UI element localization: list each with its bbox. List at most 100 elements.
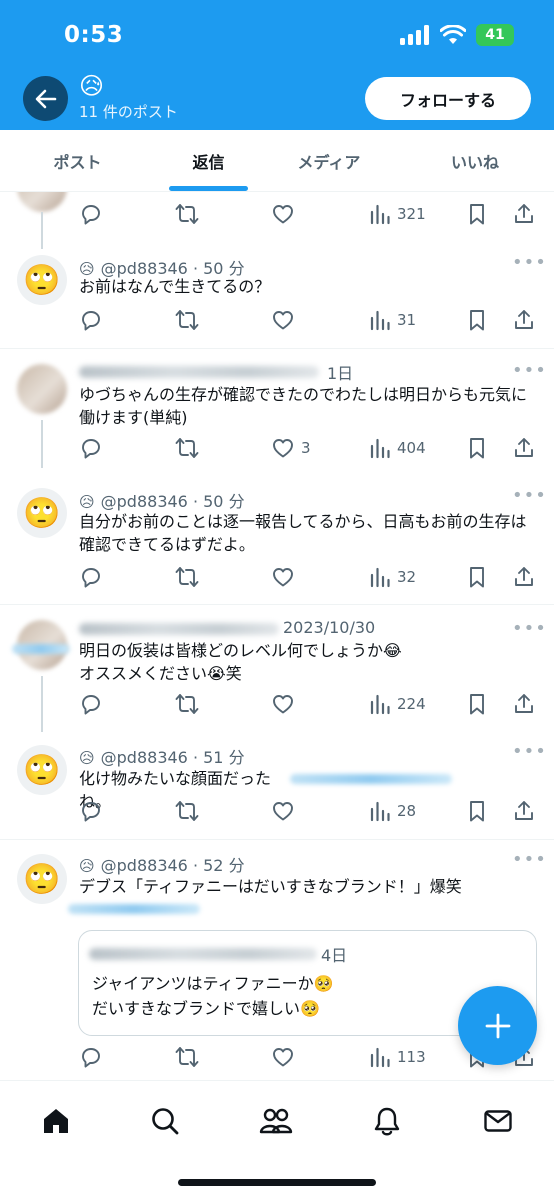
bookmark-button[interactable] <box>466 690 488 718</box>
tab-likes[interactable]: いいね <box>396 130 554 192</box>
like-button[interactable]: 3 <box>271 434 311 462</box>
post-time[interactable]: 51 分 <box>203 748 244 767</box>
views-button[interactable]: 28 <box>369 797 416 825</box>
share-icon <box>512 308 536 332</box>
bookmark-icon <box>466 308 488 332</box>
like-button[interactable] <box>271 563 295 591</box>
share-button[interactable] <box>512 563 536 591</box>
like-button[interactable] <box>271 690 295 718</box>
heart-icon <box>271 202 295 226</box>
tab-replies[interactable]: 返信 <box>155 130 262 192</box>
timeline[interactable]: 321 🙄 😥 @pd88346 · 50 分 ••• お前はなんで生きてるの？ … <box>0 192 554 1080</box>
avatar[interactable]: 🙄 <box>17 745 67 795</box>
views-button[interactable]: 224 <box>369 690 426 718</box>
retweet-button[interactable] <box>174 434 200 462</box>
bookmark-button[interactable] <box>466 200 488 228</box>
reply-button[interactable] <box>79 200 103 228</box>
post-time[interactable]: 52 分 <box>203 856 244 875</box>
follow-button[interactable]: フォローする <box>365 77 531 120</box>
more-options-icon[interactable]: ••• <box>512 252 547 273</box>
post-time[interactable]: 2023/10/30 <box>283 618 375 637</box>
views-button[interactable]: 321 <box>369 200 426 228</box>
views-count: 28 <box>397 802 417 820</box>
reply-button[interactable] <box>79 563 103 591</box>
blurred-link[interactable] <box>68 904 200 914</box>
tab-media[interactable]: メディア <box>262 130 396 192</box>
nav-home[interactable] <box>34 1099 78 1143</box>
nav-communities[interactable] <box>254 1099 298 1143</box>
compose-button[interactable] <box>458 986 537 1065</box>
author-handle[interactable]: @pd88346 <box>101 856 188 875</box>
avatar[interactable] <box>17 364 67 414</box>
views-button[interactable]: 113 <box>369 1043 426 1071</box>
share-button[interactable] <box>512 434 536 462</box>
views-count: 31 <box>397 311 417 329</box>
more-options-icon[interactable]: ••• <box>512 360 547 381</box>
share-button[interactable] <box>512 797 536 825</box>
blurred-link[interactable] <box>290 774 452 784</box>
bookmark-button[interactable] <box>466 563 488 591</box>
nav-messages[interactable] <box>476 1099 520 1143</box>
nav-notifications[interactable] <box>365 1099 409 1143</box>
more-options-icon[interactable]: ••• <box>512 849 547 870</box>
retweet-button[interactable] <box>174 306 200 334</box>
more-options-icon[interactable]: ••• <box>512 741 547 762</box>
reply-button[interactable] <box>79 434 103 462</box>
like-button[interactable] <box>271 200 295 228</box>
like-button[interactable] <box>271 1043 295 1071</box>
retweet-button[interactable] <box>174 1043 200 1071</box>
post-actions: 224 <box>79 690 541 718</box>
author-handle[interactable]: @pd88346 <box>101 748 188 767</box>
reply-button[interactable] <box>79 797 103 825</box>
author-name[interactable]: 😥 <box>79 857 95 875</box>
avatar[interactable]: 🙄 <box>17 255 67 305</box>
views-button[interactable]: 31 <box>369 306 416 334</box>
reply-button[interactable] <box>79 690 103 718</box>
avatar[interactable]: 🙄 <box>17 854 67 904</box>
like-button[interactable] <box>271 797 295 825</box>
views-button[interactable]: 32 <box>369 563 416 591</box>
post-time[interactable]: 50 分 <box>203 492 244 511</box>
quoted-post-text: ジャイアンツはティファニーか🥺 だいすきなブランドで嬉しい🥺 <box>92 974 334 1018</box>
home-indicator <box>178 1179 376 1186</box>
tab-posts[interactable]: ポスト <box>0 130 155 192</box>
reply-button[interactable] <box>79 306 103 334</box>
profile-header: 0:53 41 😥 11 件のポスト フォローする <box>0 0 554 130</box>
share-button[interactable] <box>512 306 536 334</box>
avatar[interactable]: 🙄 <box>17 488 67 538</box>
share-button[interactable] <box>512 690 536 718</box>
reply-button[interactable] <box>79 1043 103 1071</box>
post-header: 😥 @pd88346 · 51 分 <box>79 748 245 767</box>
post-time[interactable]: 1日 <box>327 360 353 384</box>
author-name[interactable] <box>79 366 319 378</box>
blurred-content <box>12 644 70 654</box>
bookmark-button[interactable] <box>466 306 488 334</box>
back-button[interactable] <box>23 76 68 121</box>
post-text: 自分がお前のことは逐一報告してるから、日高もお前の生存は確認できてるはずだよ。 <box>79 512 527 554</box>
nav-search[interactable] <box>143 1099 187 1143</box>
author-name[interactable]: 😥 <box>79 493 95 511</box>
post-text: 明日の仮装は皆様どのレベル何でしょうか😂 オススメください😭笑 <box>79 641 402 683</box>
share-button[interactable] <box>512 200 536 228</box>
views-button[interactable]: 404 <box>369 434 426 462</box>
more-options-icon[interactable]: ••• <box>512 485 547 506</box>
like-button[interactable] <box>271 306 295 334</box>
cellular-signal-icon <box>400 25 429 45</box>
more-options-icon[interactable]: ••• <box>512 618 547 639</box>
author-name[interactable]: 😥 <box>79 749 95 767</box>
heart-icon <box>271 436 295 460</box>
reply-icon <box>79 692 103 716</box>
avatar[interactable] <box>17 192 67 212</box>
bookmark-button[interactable] <box>466 797 488 825</box>
retweet-button[interactable] <box>174 200 200 228</box>
retweet-button[interactable] <box>174 690 200 718</box>
retweet-button[interactable] <box>174 797 200 825</box>
retweet-button[interactable] <box>174 563 200 591</box>
author-name[interactable] <box>79 623 279 635</box>
reply-icon <box>79 1045 103 1069</box>
author-handle[interactable]: @pd88346 <box>101 492 188 511</box>
reply-icon <box>79 202 103 226</box>
post-actions: 28 <box>79 797 541 825</box>
bookmark-button[interactable] <box>466 434 488 462</box>
post-actions: 32 <box>79 563 541 591</box>
